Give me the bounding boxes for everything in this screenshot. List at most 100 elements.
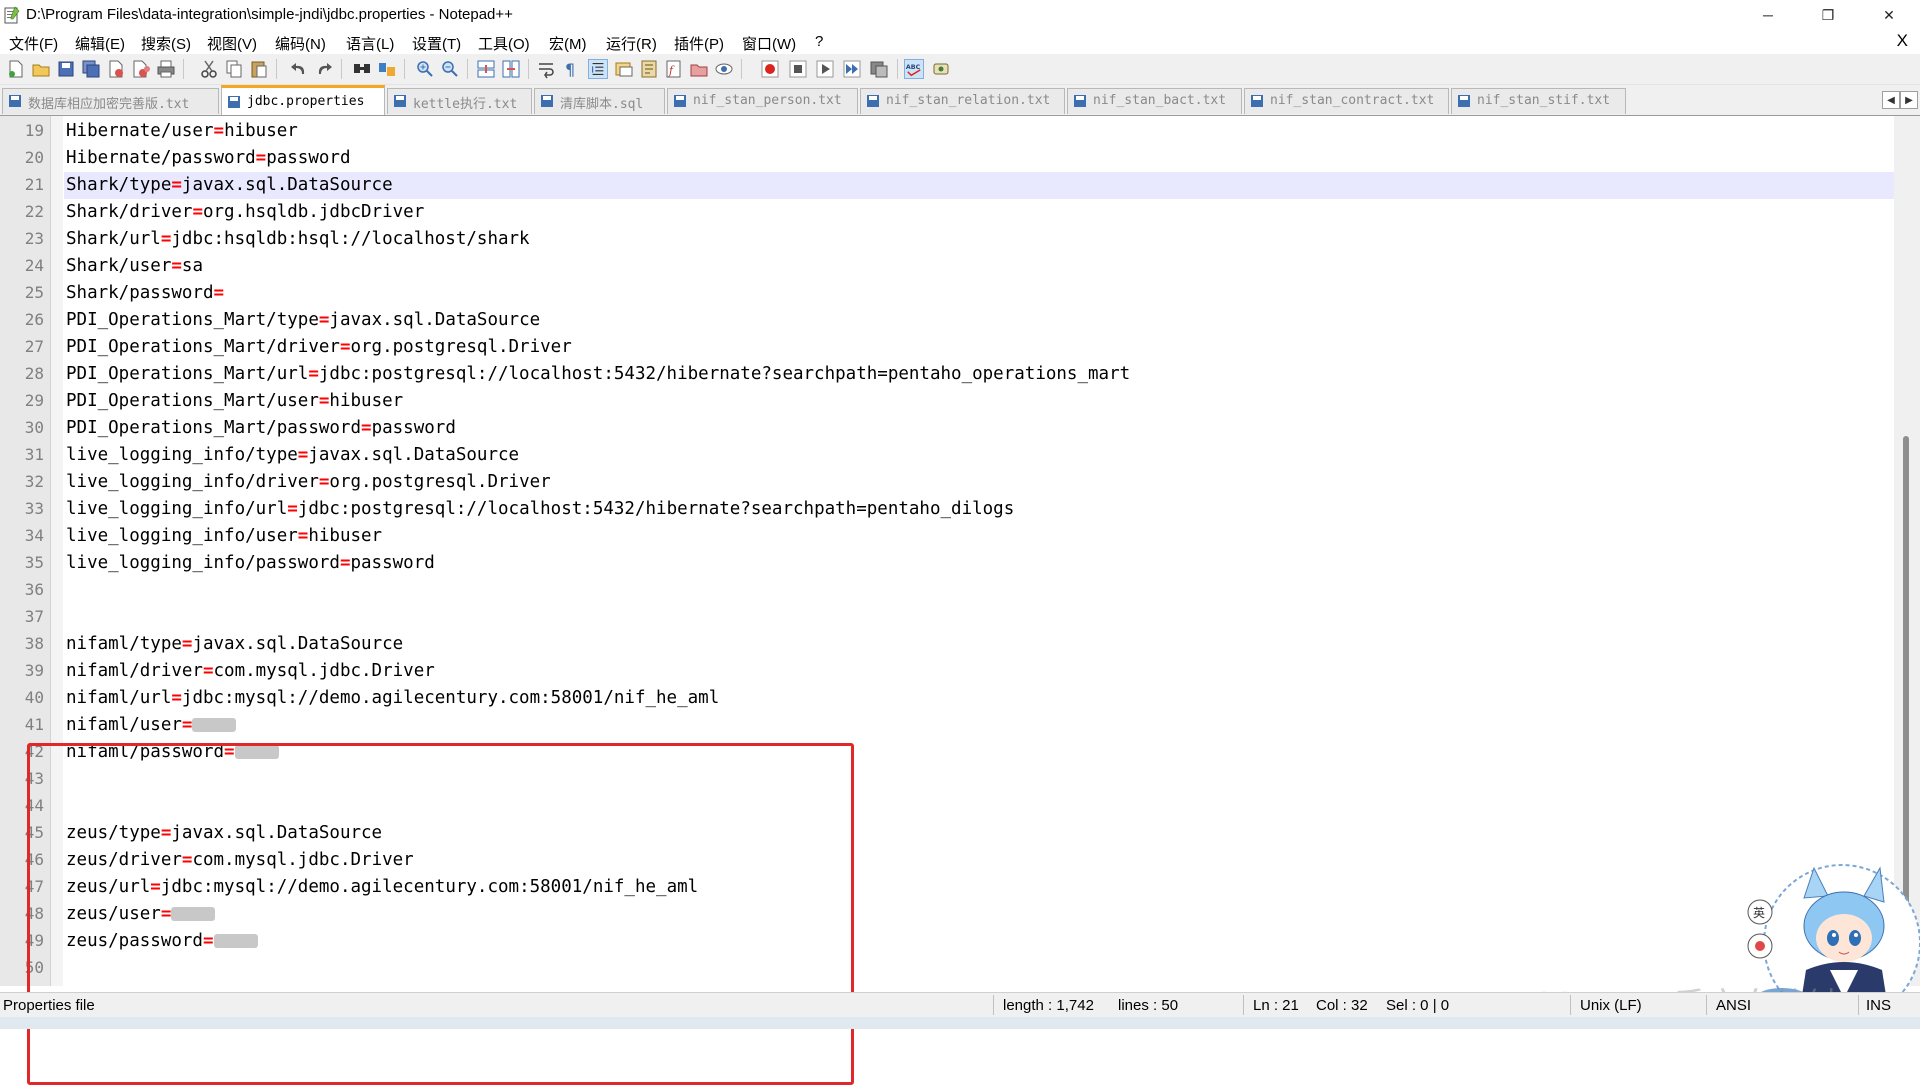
save-icon[interactable]	[56, 59, 76, 79]
new-file-icon[interactable]	[6, 59, 26, 79]
vertical-scrollbar[interactable]	[1894, 116, 1920, 986]
menu-run[interactable]: 运行(R)	[606, 33, 657, 54]
property-key: live_logging_info/driver	[66, 472, 319, 492]
tab-nif-stan-relation[interactable]: nif_stan_relation.txt	[860, 88, 1065, 114]
zoom-in-icon[interactable]	[415, 59, 435, 79]
run-macro-multiple-icon[interactable]	[842, 59, 862, 79]
user-defined-language-icon[interactable]	[614, 59, 634, 79]
save-macro-icon[interactable]	[869, 59, 889, 79]
property-value: jdbc:postgresql://localhost:5432/hiberna…	[297, 499, 1015, 519]
code-line[interactable]: 31 live_logging_info/type=javax.sql.DataS…	[0, 442, 1894, 469]
show-all-characters-icon[interactable]: ¶	[561, 59, 581, 79]
status-insert-mode[interactable]: INS	[1866, 997, 1891, 1014]
record-macro-icon[interactable]	[760, 59, 780, 79]
code-line[interactable]: 21 Shark/type=javax.sql.DataSource	[0, 172, 1894, 199]
menu-macro[interactable]: 宏(M)	[549, 33, 587, 54]
editor-area[interactable]: 19 Hibernate/user=hibuser 20 Hibernate/pass…	[0, 116, 1920, 1085]
code-line[interactable]: 29 PDI_Operations_Mart/user=hibuser	[0, 388, 1894, 415]
line-text: nifaml/user=	[66, 715, 237, 735]
indent-guide-icon[interactable]	[588, 59, 608, 79]
property-key: PDI_Operations_Mart/user	[66, 391, 319, 411]
print-icon[interactable]	[156, 59, 176, 79]
tab-jdbc-properties[interactable]: jdbc.properties	[221, 85, 385, 115]
code-line[interactable]: 23 Shark/url=jdbc:hsqldb:hsql://localhost…	[0, 226, 1894, 253]
menu-tools[interactable]: 工具(O)	[478, 33, 530, 54]
code-line[interactable]: 26 PDI_Operations_Mart/type=javax.sql.Dat…	[0, 307, 1894, 334]
zoom-out-icon[interactable]	[440, 59, 460, 79]
code-line[interactable]: 39 nifaml/driver=com.mysql.jdbc.Driver	[0, 658, 1894, 685]
folder-as-workspace-icon[interactable]	[689, 59, 709, 79]
copy-icon[interactable]	[224, 59, 244, 79]
tab-clean-db-script[interactable]: 清库脚本.sql	[534, 88, 665, 114]
code-line[interactable]: 37	[0, 604, 1894, 631]
status-encoding[interactable]: ANSI	[1716, 997, 1751, 1014]
undo-icon[interactable]	[289, 59, 309, 79]
tab-nif-stan-bact[interactable]: nif_stan_bact.txt	[1067, 88, 1242, 114]
line-text: Shark/password=	[66, 283, 224, 303]
close-window-button[interactable]: ✕	[1866, 0, 1912, 30]
find-icon[interactable]	[352, 59, 372, 79]
menu-file[interactable]: 文件(F)	[9, 33, 58, 54]
menu-edit[interactable]: 编辑(E)	[75, 33, 125, 54]
stop-recording-icon[interactable]	[788, 59, 808, 79]
plugin-tool-icon[interactable]	[931, 59, 951, 79]
sync-vertical-icon[interactable]	[476, 59, 496, 79]
tab-nif-stan-person[interactable]: nif_stan_person.txt	[667, 88, 858, 114]
status-line-number: Ln : 21	[1253, 997, 1299, 1014]
property-key: Shark/password	[66, 283, 214, 303]
property-value: jdbc:mysql://demo.agilecentury.com:58001…	[181, 688, 720, 708]
code-line[interactable]: 25 Shark/password=	[0, 280, 1894, 307]
close-all-icon[interactable]	[131, 59, 151, 79]
tab-scroll-right-button[interactable]: ▶	[1900, 91, 1918, 109]
code-line[interactable]: 34 live_logging_info/user=hibuser	[0, 523, 1894, 550]
monitoring-icon[interactable]	[714, 59, 734, 79]
menu-search[interactable]: 搜索(S)	[141, 33, 191, 54]
close-document-button[interactable]: X	[1897, 31, 1908, 51]
playback-macro-icon[interactable]	[815, 59, 835, 79]
code-line[interactable]: 20 Hibernate/password=password	[0, 145, 1894, 172]
minimize-button[interactable]: ─	[1745, 0, 1791, 30]
menu-window[interactable]: 窗口(W)	[742, 33, 796, 54]
code-line[interactable]: 19 Hibernate/user=hibuser	[0, 118, 1894, 145]
code-line[interactable]: 38 nifaml/type=javax.sql.DataSource	[0, 631, 1894, 658]
code-line[interactable]: 28 PDI_Operations_Mart/url=jdbc:postgresq…	[0, 361, 1894, 388]
tab-nif-stan-contract[interactable]: nif_stan_contract.txt	[1244, 88, 1449, 114]
save-all-icon[interactable]	[81, 59, 101, 79]
close-file-icon[interactable]	[106, 59, 126, 79]
replace-icon[interactable]	[377, 59, 397, 79]
menu-language[interactable]: 语言(L)	[346, 33, 394, 54]
code-line[interactable]: 27 PDI_Operations_Mart/driver=org.postgre…	[0, 334, 1894, 361]
redo-icon[interactable]	[314, 59, 334, 79]
code-line[interactable]: 33 live_logging_info/url=jdbc:postgresql:…	[0, 496, 1894, 523]
code-line[interactable]: 32 live_logging_info/driver=org.postgresq…	[0, 469, 1894, 496]
maximize-button[interactable]: ❐	[1805, 0, 1851, 30]
menu-view[interactable]: 视图(V)	[207, 33, 257, 54]
spell-check-icon[interactable]: ABC	[904, 59, 924, 79]
code-line[interactable]: 22 Shark/driver=org.hsqldb.jdbcDriver	[0, 199, 1894, 226]
status-column: Col : 32	[1316, 997, 1368, 1014]
tab-database-encrypt[interactable]: 数据库相应加密完善版.txt	[2, 88, 219, 114]
menu-encoding[interactable]: 编码(N)	[275, 33, 326, 54]
line-text: Shark/type=javax.sql.DataSource	[66, 175, 393, 195]
toolbar-separator	[183, 59, 184, 79]
paste-icon[interactable]	[249, 59, 269, 79]
code-line[interactable]: 36	[0, 577, 1894, 604]
word-wrap-icon[interactable]	[536, 59, 556, 79]
function-list-icon[interactable]: f	[664, 59, 684, 79]
menu-settings[interactable]: 设置(T)	[412, 33, 461, 54]
document-map-icon[interactable]	[639, 59, 659, 79]
cut-icon[interactable]	[199, 59, 219, 79]
code-line[interactable]: 41 nifaml/user=	[0, 712, 1894, 739]
code-line[interactable]: 40 nifaml/url=jdbc:mysql://demo.agilecent…	[0, 685, 1894, 712]
status-eol-format[interactable]: Unix (LF)	[1580, 997, 1642, 1014]
tab-nif-stan-stif[interactable]: nif_stan_stif.txt	[1451, 88, 1626, 114]
code-line[interactable]: 30 PDI_Operations_Mart/password=password	[0, 415, 1894, 442]
menu-plugins[interactable]: 插件(P)	[674, 33, 724, 54]
menu-help[interactable]: ?	[815, 33, 823, 50]
open-file-icon[interactable]	[31, 59, 51, 79]
tab-scroll-left-button[interactable]: ◀	[1882, 91, 1900, 109]
code-line[interactable]: 35 live_logging_info/password=password	[0, 550, 1894, 577]
tab-kettle-exec[interactable]: kettle执行.txt	[387, 88, 532, 114]
sync-horizontal-icon[interactable]	[501, 59, 521, 79]
code-line[interactable]: 24 Shark/user=sa	[0, 253, 1894, 280]
